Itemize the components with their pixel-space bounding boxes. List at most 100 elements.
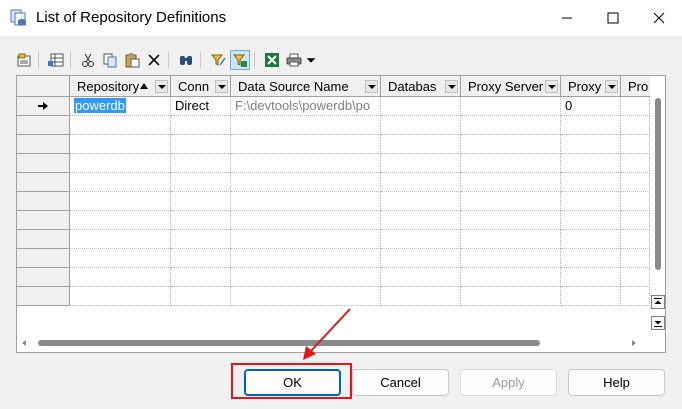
table-cell[interactable] (621, 154, 650, 173)
table-cell[interactable] (381, 211, 461, 230)
table-cell[interactable] (70, 249, 171, 268)
table-cell[interactable] (381, 135, 461, 154)
maximize-button[interactable] (590, 0, 636, 36)
column-header-proxy-server[interactable]: Proxy Server (461, 76, 561, 97)
filter-button[interactable] (208, 50, 228, 70)
table-cell[interactable] (70, 268, 171, 287)
table-cell[interactable] (621, 116, 650, 135)
excel-export-button[interactable] (262, 50, 282, 70)
table-cell[interactable] (171, 116, 231, 135)
horizontal-scroll-thumb[interactable] (38, 340, 540, 346)
table-cell[interactable] (621, 268, 650, 287)
table-cell[interactable] (231, 211, 381, 230)
table-cell[interactable] (171, 135, 231, 154)
table-cell[interactable] (561, 173, 621, 192)
table-cell[interactable] (171, 230, 231, 249)
table-cell[interactable] (171, 154, 231, 173)
table-cell[interactable] (231, 154, 381, 173)
close-button[interactable] (636, 0, 682, 36)
table-cell[interactable] (70, 287, 171, 306)
table-cell[interactable] (381, 192, 461, 211)
table-cell[interactable] (461, 230, 561, 249)
row-header[interactable] (17, 135, 70, 154)
table-cell[interactable] (171, 268, 231, 287)
table-cell[interactable] (231, 268, 381, 287)
row-header[interactable] (17, 230, 70, 249)
scroll-left-icon[interactable] (20, 339, 28, 347)
table-cell[interactable] (621, 230, 650, 249)
table-cell[interactable]: Direct (171, 97, 231, 116)
table-cell[interactable] (461, 116, 561, 135)
table-cell[interactable] (561, 192, 621, 211)
row-header[interactable] (17, 192, 70, 211)
table-cell[interactable] (561, 116, 621, 135)
table-cell[interactable] (381, 154, 461, 173)
column-header-conn[interactable]: Conn (171, 76, 231, 97)
row-header[interactable] (17, 211, 70, 230)
scroll-page-down-button[interactable] (651, 316, 665, 330)
table-cell[interactable] (70, 230, 171, 249)
scroll-right-icon[interactable] (630, 339, 638, 347)
table-cell[interactable] (561, 211, 621, 230)
column-header-database[interactable]: Databas (381, 76, 461, 97)
table-cell[interactable] (461, 287, 561, 306)
table-cell[interactable] (231, 173, 381, 192)
row-header[interactable] (17, 249, 70, 268)
table-cell[interactable] (381, 97, 461, 116)
table-cell[interactable] (461, 249, 561, 268)
table-cell[interactable] (621, 97, 650, 116)
table-cell[interactable] (461, 173, 561, 192)
horizontal-scrollbar[interactable] (17, 333, 650, 352)
table-cell[interactable] (381, 249, 461, 268)
row-header[interactable] (17, 154, 70, 173)
scroll-page-up-button[interactable] (651, 295, 665, 309)
column-dropdown-icon[interactable] (155, 80, 168, 93)
table-cell[interactable] (171, 249, 231, 268)
table-cell[interactable] (621, 287, 650, 306)
table-cell[interactable] (561, 287, 621, 306)
table-cell[interactable] (70, 135, 171, 154)
help-button[interactable]: Help (568, 369, 665, 396)
table-cell[interactable] (231, 135, 381, 154)
column-dropdown-icon[interactable] (445, 80, 458, 93)
table-cell[interactable] (461, 268, 561, 287)
table-cell[interactable] (621, 192, 650, 211)
table-cell[interactable] (70, 173, 171, 192)
table-cell[interactable] (461, 135, 561, 154)
table-cell[interactable] (381, 173, 461, 192)
row-header[interactable] (17, 173, 70, 192)
row-header[interactable] (17, 268, 70, 287)
table-cell[interactable] (171, 211, 231, 230)
column-header-pro[interactable]: Pro (621, 76, 651, 97)
table-cell[interactable] (231, 192, 381, 211)
table-cell[interactable] (561, 135, 621, 154)
table-cell[interactable] (171, 192, 231, 211)
table-cell[interactable] (171, 173, 231, 192)
find-button[interactable] (176, 50, 196, 70)
table-cell[interactable] (461, 97, 561, 116)
table-cell[interactable] (621, 249, 650, 268)
table-cell[interactable]: powerdb (70, 97, 171, 116)
vertical-scrollbar[interactable] (650, 76, 665, 333)
column-dropdown-icon[interactable] (605, 80, 618, 93)
table-cell[interactable] (461, 192, 561, 211)
column-dropdown-icon[interactable] (545, 80, 558, 93)
row-header[interactable] (17, 116, 70, 135)
table-cell[interactable] (621, 211, 650, 230)
table-cell[interactable] (561, 230, 621, 249)
paste-button[interactable] (122, 50, 142, 70)
table-cell[interactable] (461, 211, 561, 230)
properties-button[interactable] (14, 50, 34, 70)
column-header-proxy[interactable]: Proxy (561, 76, 621, 97)
table-cell[interactable] (231, 249, 381, 268)
table-cell[interactable] (561, 249, 621, 268)
table-cell[interactable] (381, 268, 461, 287)
table-cell[interactable] (561, 268, 621, 287)
table-cell[interactable] (381, 116, 461, 135)
table-cell[interactable] (621, 135, 650, 154)
delete-button[interactable] (144, 50, 164, 70)
table-cell[interactable] (461, 154, 561, 173)
print-dropdown-button[interactable] (304, 50, 318, 70)
table-cell[interactable] (231, 287, 381, 306)
table-cell[interactable] (70, 192, 171, 211)
